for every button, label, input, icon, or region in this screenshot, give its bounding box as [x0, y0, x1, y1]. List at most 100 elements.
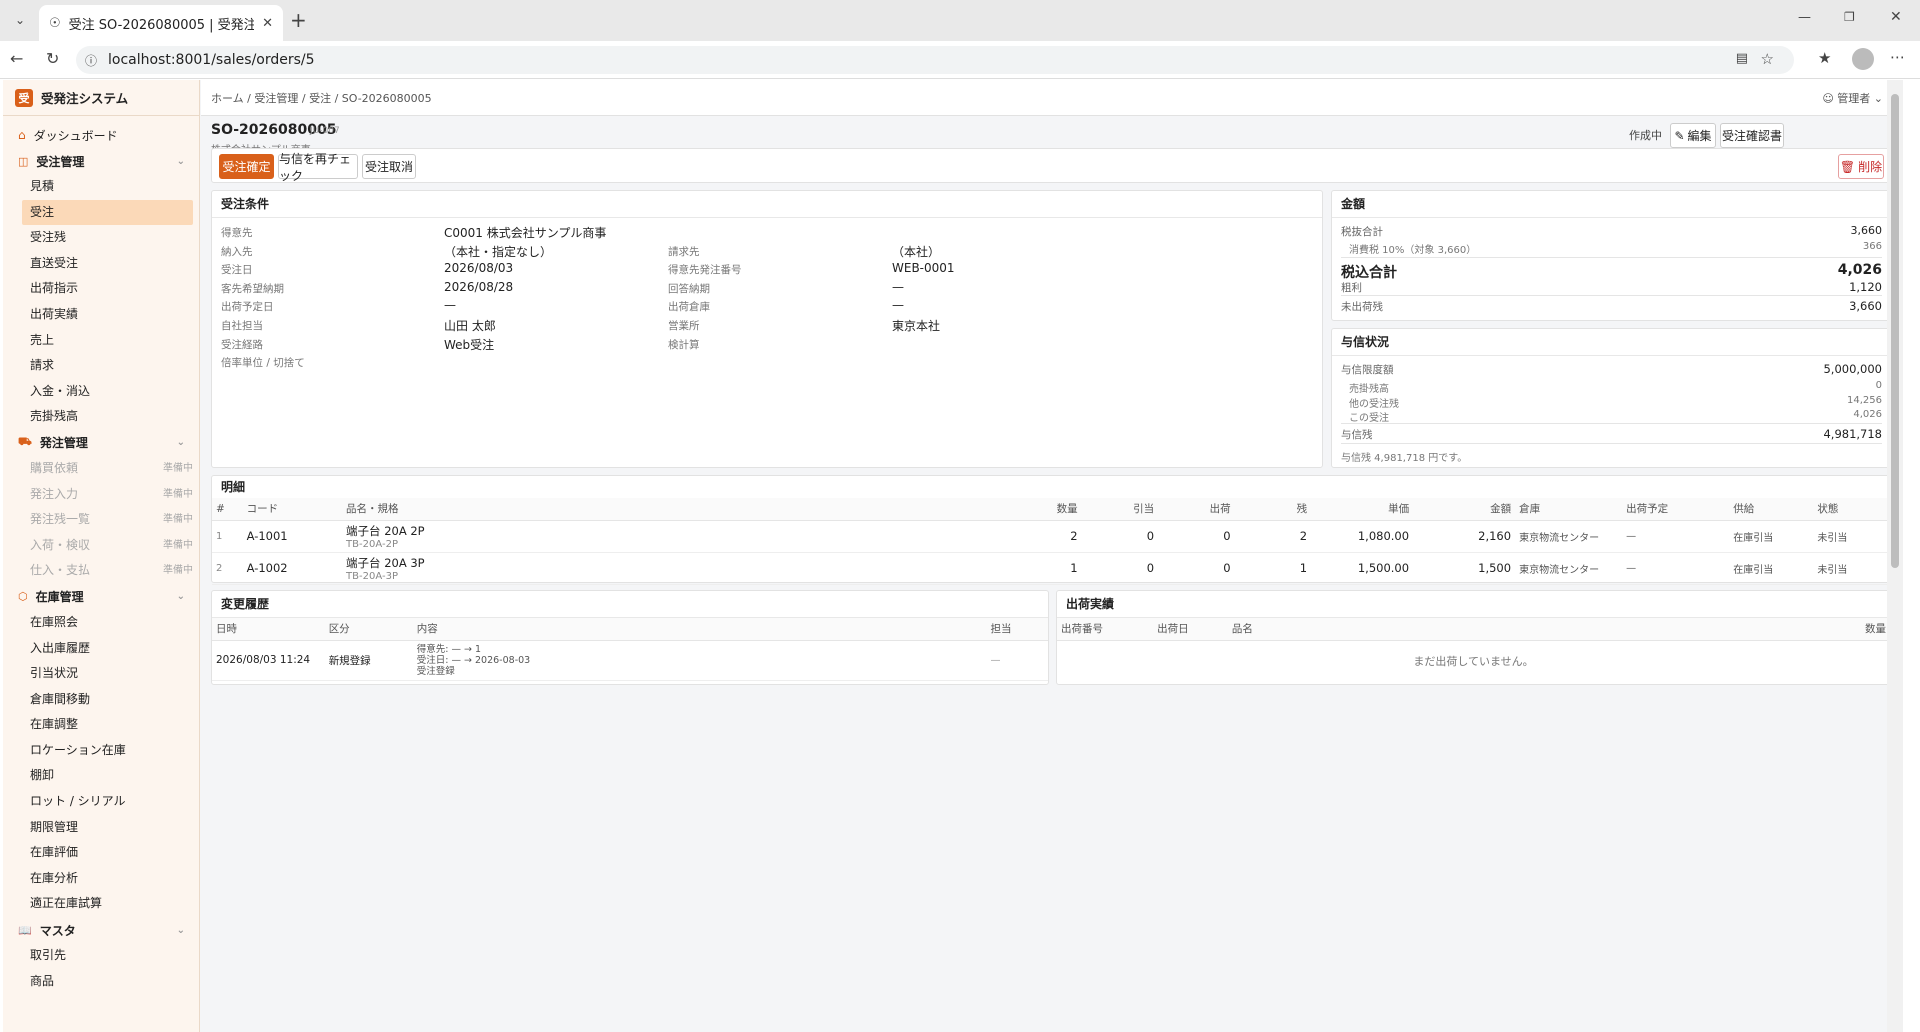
sidebar-item[interactable]: ロット / シリアル: [22, 789, 193, 815]
profile-avatar-icon[interactable]: [1852, 48, 1874, 70]
sidebar-item[interactable]: 取引先: [22, 943, 193, 969]
sidebar-item[interactable]: 発注残一覧 準備中: [22, 507, 193, 533]
table-cell: A-1001: [242, 520, 343, 553]
restore-icon[interactable]: ❐: [1844, 10, 1855, 24]
back-icon[interactable]: ←: [10, 49, 23, 68]
sidebar-section-1[interactable]: ◫ 受注管理 ⌄: [3, 148, 199, 174]
sidebar-section-title: マスタ: [39, 923, 76, 938]
table-cell: 2: [1234, 520, 1312, 553]
unshipped-label: 未出荷残: [1341, 301, 1383, 313]
sidebar-item[interactable]: 仕入・支払 準備中: [22, 558, 193, 584]
sidebar-item[interactable]: 期限管理: [22, 815, 193, 841]
sidebar-item[interactable]: 出荷指示: [22, 276, 193, 302]
scrollbar-thumb[interactable]: [1891, 94, 1899, 568]
field-value: —: [892, 279, 904, 294]
field-value: 山田 太郎: [444, 319, 496, 333]
column-header: 内容: [412, 618, 987, 641]
sidebar-item[interactable]: 在庫評価: [22, 840, 193, 866]
sidebar-item[interactable]: 直送受注: [22, 251, 193, 277]
reader-icon[interactable]: ▤: [1736, 51, 1748, 66]
sidebar-item[interactable]: 発注入力 準備中: [22, 482, 193, 508]
sidebar-item-label: 受注残: [30, 230, 67, 245]
credit-remain-value: 4,981,718: [1823, 427, 1882, 441]
sidebar-item-dashboard[interactable]: ⌂ ダッシュボード: [3, 122, 199, 148]
sidebar-item[interactable]: 見積: [22, 174, 193, 200]
sidebar-item[interactable]: 購買依頼 準備中: [22, 456, 193, 482]
table-row[interactable]: 1 A-1001 端子台 20A 2P TB-20A-2P 2 0 0 2 1,080.00 2,…: [212, 520, 1890, 553]
sidebar-item[interactable]: 入荷・検収 準備中: [22, 533, 193, 559]
close-icon[interactable]: ✕: [262, 16, 273, 31]
minimize-icon[interactable]: —: [1798, 10, 1811, 25]
field-label: 出荷倉庫: [668, 301, 710, 314]
sidebar-item[interactable]: ロケーション在庫: [22, 738, 193, 764]
sidebar-item[interactable]: 棚卸: [22, 763, 193, 789]
star-icon[interactable]: ☆: [1761, 50, 1774, 68]
new-tab-icon[interactable]: +: [290, 8, 307, 32]
table-cell: 0: [1081, 552, 1159, 585]
sidebar-section-2[interactable]: ⛟ 発注管理 ⌄: [3, 430, 199, 456]
coming-soon-badge: 準備中: [163, 514, 193, 526]
breadcrumb[interactable]: ホーム / 受注管理 / 受注 / SO-2026080005: [211, 90, 432, 106]
window-close-icon[interactable]: ✕: [1890, 9, 1902, 25]
table-row[interactable]: 2 A-1002 端子台 20A 3P TB-20A-3P 1 0 0 1 1,500.00 1,…: [212, 552, 1890, 585]
recheck-credit-button[interactable]: 与信を再チェック: [278, 152, 358, 183]
field-label: 納入先: [221, 245, 253, 258]
truck-icon: ⛟: [18, 435, 32, 449]
coming-soon-badge: 準備中: [163, 488, 193, 500]
cell-value: 0: [1146, 561, 1155, 575]
order-confirmation-button[interactable]: 受注確認書: [1720, 123, 1784, 148]
sidebar-item[interactable]: 請求: [22, 353, 193, 379]
credit-status-card: 与信状況 与信限度額 5,000,000 売掛残高 0 他の受注残 14,256 この…: [1331, 328, 1891, 468]
sidebar-item[interactable]: 入出庫履歴: [22, 636, 193, 662]
column-header: 単価: [1311, 498, 1414, 521]
sidebar-item-label: 棚卸: [30, 768, 55, 783]
sidebar-item-label: 在庫評価: [30, 845, 79, 860]
tab-list-chevron-icon[interactable]: ⌄: [10, 10, 30, 30]
sidebar-item[interactable]: 在庫分析: [22, 866, 193, 892]
sidebar-section-3[interactable]: ⬡ 在庫管理 ⌄: [3, 584, 199, 610]
favorites-icon[interactable]: ★: [1818, 49, 1831, 67]
sidebar-item[interactable]: 在庫照会: [22, 610, 193, 636]
cell-value: 2: [1070, 529, 1078, 543]
menu-icon[interactable]: ⋯: [1890, 48, 1905, 66]
confirm-order-button[interactable]: 受注確定: [219, 154, 274, 179]
cell-value: 1,500.00: [1357, 561, 1410, 575]
sidebar-item-label: 在庫調整: [30, 717, 79, 732]
item-spec: TB-20A-3P: [346, 570, 398, 582]
field-value: Web受注: [444, 337, 495, 352]
sidebar-item[interactable]: 在庫調整: [22, 712, 193, 738]
cancel-order-button[interactable]: 受注取消: [362, 154, 416, 179]
scrollbar[interactable]: [1887, 80, 1903, 1032]
reload-icon[interactable]: ↻: [46, 49, 59, 68]
sidebar-section-4[interactable]: 📖 マスタ ⌄: [3, 917, 199, 943]
card-title: 与信状況: [1332, 329, 1890, 356]
sidebar-item[interactable]: 出荷実績: [22, 302, 193, 328]
field-label: 検計算: [668, 338, 700, 351]
field-label: 自社担当: [221, 320, 263, 332]
sidebar-item[interactable]: 商品: [22, 969, 193, 995]
sidebar-item-label: 在庫照会: [30, 614, 79, 629]
browser-tab[interactable]: ☉ 受注 SO-2026080005 | 受発注シス ✕: [39, 5, 283, 41]
brand-logo-icon: 受: [15, 88, 33, 107]
table-header-row: 日時 区分 内容 担当: [212, 618, 1048, 641]
address-bar[interactable]: ⓘ localhost:8001/sales/orders/5 ▤ ☆: [76, 46, 1794, 74]
sidebar-item-label: 仕入・支払: [30, 563, 91, 578]
app-window: 受 受発注システム ⌂ ダッシュボード ◫ 受注管理 ⌄ 見積 受注受注残直送受注 出荷指…: [3, 80, 1903, 1032]
column-header: 出荷日: [1153, 618, 1228, 641]
sidebar-item[interactable]: 倉庫間移動: [22, 687, 193, 713]
sidebar-item[interactable]: 売上: [22, 328, 193, 354]
cell-value: 未引当: [1817, 532, 1848, 544]
site-info-icon[interactable]: ⓘ: [85, 52, 97, 69]
sidebar-item[interactable]: 適正在庫試算: [22, 891, 193, 917]
card-title: 出荷実績: [1057, 591, 1890, 618]
brand[interactable]: 受 受発注システム: [3, 80, 199, 116]
sidebar-item[interactable]: 売掛残高: [22, 404, 193, 430]
user-menu[interactable]: ☺ 管理者 ⌄: [1822, 90, 1883, 106]
sidebar-item[interactable]: 受注: [22, 199, 193, 226]
edit-button[interactable]: ✎ 編集: [1670, 123, 1716, 148]
book-icon: 📖: [18, 923, 32, 937]
sidebar-item[interactable]: 受注残: [22, 225, 193, 251]
delete-button[interactable]: 🗑 削除: [1838, 154, 1884, 179]
sidebar-item[interactable]: 引当状況: [22, 661, 193, 687]
sidebar-item[interactable]: 入金・消込: [22, 379, 193, 405]
